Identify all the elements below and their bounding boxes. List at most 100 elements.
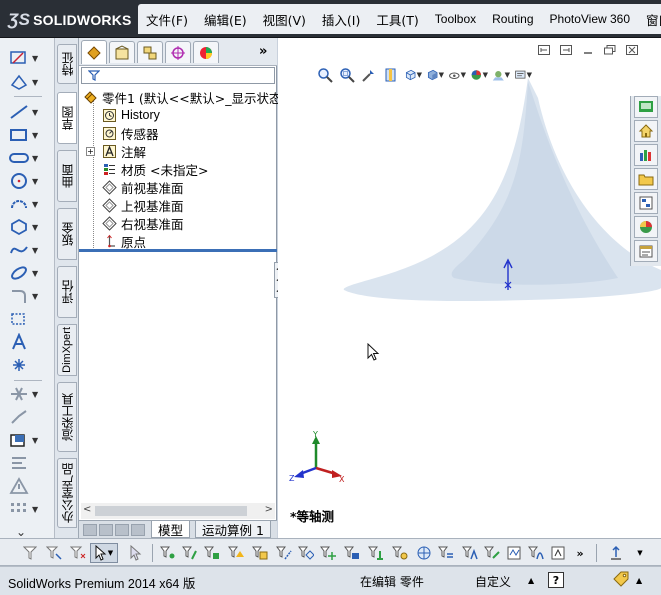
filter-axes-button[interactable] (274, 543, 294, 563)
view-palette-tab[interactable] (634, 192, 658, 214)
menu-tools[interactable]: 工具(T) (368, 10, 426, 29)
apply-scene-button[interactable]: ▼ (492, 66, 510, 84)
filter-planes-button[interactable] (296, 543, 316, 563)
previous-view-button[interactable] (360, 66, 378, 84)
expand-toggle[interactable]: + (86, 146, 95, 156)
units-custom-text[interactable]: 自定义 (475, 573, 511, 590)
smart-dimension-tool[interactable]: ▼ (8, 72, 48, 92)
tree-node-top-plane[interactable]: 上视基准面 (101, 196, 184, 214)
home-tab[interactable] (634, 120, 658, 142)
tab-dimxpert[interactable]: DimXpert (57, 324, 77, 376)
menu-edit[interactable]: 编辑(E) (196, 10, 255, 29)
chevron-up-icon[interactable]: ▲ (636, 576, 642, 585)
tab-dimxpert-manager[interactable] (165, 41, 191, 63)
filter-gtol-button[interactable] (482, 543, 502, 563)
tab-render-tools[interactable]: 渲染工具 (57, 382, 77, 452)
solidworks-resources-tab[interactable] (634, 96, 658, 118)
chevron-down-icon[interactable]: ▼ (439, 71, 444, 79)
arc-tool[interactable]: ▼ (8, 194, 48, 214)
tree-node-origin[interactable]: 原点 (101, 232, 146, 250)
filter-notes-button[interactable] (460, 543, 480, 563)
chevron-down-icon[interactable]: ▼ (32, 436, 38, 445)
trim-tool[interactable]: ▼ (8, 384, 48, 404)
chevron-down-icon[interactable]: ▼ (32, 292, 38, 301)
tile-window-button[interactable] (536, 43, 552, 57)
filter-toolbar-button[interactable] (20, 543, 40, 563)
tab-evaluate[interactable]: 评估 (57, 266, 77, 318)
tree-filter-input[interactable] (81, 67, 275, 84)
restore-button[interactable] (602, 43, 618, 57)
cascade-window-button[interactable] (558, 43, 574, 57)
tab-nav-next-button[interactable] (115, 524, 129, 536)
polygon-tool[interactable]: ▼ (8, 217, 48, 237)
menu-photoview[interactable]: PhotoView 360 (542, 12, 639, 26)
tree-node-front-plane[interactable]: 前视基准面 (101, 178, 184, 196)
chevron-down-icon[interactable]: ▼ (461, 71, 466, 79)
toolbar-options-button[interactable]: ▼ (630, 543, 650, 563)
menu-routing[interactable]: Routing (484, 12, 541, 26)
rollback-bar[interactable] (79, 249, 277, 252)
custom-properties-tab[interactable] (634, 240, 658, 262)
menu-file[interactable]: 文件(F) (138, 10, 196, 29)
mirror-tool[interactable] (8, 453, 48, 473)
graphics-area[interactable]: ▼ ▼ ▼ ▼ ▼ ▼ Y X Z *等轴测 (278, 38, 661, 538)
tab-sheet-metal[interactable]: 钣金 (57, 208, 77, 260)
toggle-filter-button[interactable] (44, 543, 64, 563)
chevron-down-icon[interactable]: ▼ (32, 131, 38, 140)
filter-sketch-points-button[interactable] (318, 543, 338, 563)
chevron-up-icon[interactable]: ▲ (528, 576, 534, 585)
point-tool[interactable] (8, 355, 48, 375)
rebuild-tag-icon[interactable] (612, 571, 630, 589)
chevron-down-icon[interactable]: ▼ (32, 269, 38, 278)
tree-horizontal-scrollbar[interactable]: < > (81, 503, 275, 519)
solidworks-logo[interactable]: ƷS SOLIDWORKS (8, 8, 132, 32)
tree-node-history[interactable]: History (101, 106, 160, 124)
tree-node-right-plane[interactable]: 右视基准面 (101, 214, 184, 232)
tab-office-products[interactable]: 办公室产品 (57, 458, 77, 528)
chevron-down-icon[interactable]: ▼ (483, 71, 488, 79)
menu-window[interactable]: 窗口 (638, 10, 661, 29)
filter-centermarks-button[interactable] (390, 543, 410, 563)
display-style-button[interactable]: ▼ (426, 66, 444, 84)
chevron-down-icon[interactable]: ▼ (417, 71, 422, 79)
chevron-down-icon[interactable]: ▼ (32, 54, 38, 63)
zoom-to-area-button[interactable] (338, 66, 356, 84)
tab-features[interactable]: 特征 (57, 44, 77, 84)
chevron-right-icon[interactable]: > (265, 504, 273, 515)
line-tool[interactable]: ▼ (8, 102, 48, 122)
pattern-tool[interactable]: ▼ (8, 499, 48, 519)
tab-sketch[interactable]: 草图 (57, 92, 77, 144)
chevron-down-icon[interactable]: ▼ (505, 71, 510, 79)
slot-tool[interactable]: ▼ (8, 148, 48, 168)
scrollbar-thumb[interactable] (95, 506, 247, 516)
tab-display-manager[interactable] (193, 41, 219, 63)
filter-dimensions-button[interactable] (436, 543, 456, 563)
close-button[interactable] (624, 43, 640, 57)
filter-midpoints-button[interactable] (366, 543, 386, 563)
fillet-tool[interactable]: ▼ (8, 286, 48, 306)
zoom-to-fit-button[interactable] (316, 66, 334, 84)
tab-nav-last-button[interactable] (131, 524, 145, 536)
rectangle-tool[interactable]: ▼ (8, 125, 48, 145)
tab-property-manager[interactable] (109, 41, 135, 63)
more-filters-button[interactable]: » (570, 543, 590, 563)
view-orientation-button[interactable]: ▼ (404, 66, 422, 84)
tree-node-sensors[interactable]: 传感器 (101, 124, 159, 142)
tab-nav-first-button[interactable] (83, 524, 97, 536)
convert-entities-tool[interactable] (8, 407, 48, 427)
filter-weld-symbols-button[interactable] (526, 543, 546, 563)
measure-button[interactable] (606, 543, 626, 563)
chevron-down-icon[interactable]: ▼ (32, 200, 38, 209)
chevron-down-icon[interactable]: ▼ (32, 154, 38, 163)
circle-tool[interactable]: ▼ (8, 171, 48, 191)
offset-tool[interactable]: ▼ (8, 430, 48, 450)
view-settings-button[interactable]: ▼ (514, 66, 532, 84)
chevron-down-icon[interactable]: ▼ (32, 177, 38, 186)
menu-toolbox[interactable]: Toolbox (427, 12, 484, 26)
chevron-down-icon[interactable]: ▼ (527, 71, 532, 79)
chevron-down-icon[interactable]: ▼ (32, 108, 38, 117)
filter-surface-bodies-button[interactable] (226, 543, 246, 563)
section-view-button[interactable] (382, 66, 400, 84)
file-explorer-tab[interactable] (634, 168, 658, 190)
tab-feature-tree[interactable] (81, 40, 107, 64)
